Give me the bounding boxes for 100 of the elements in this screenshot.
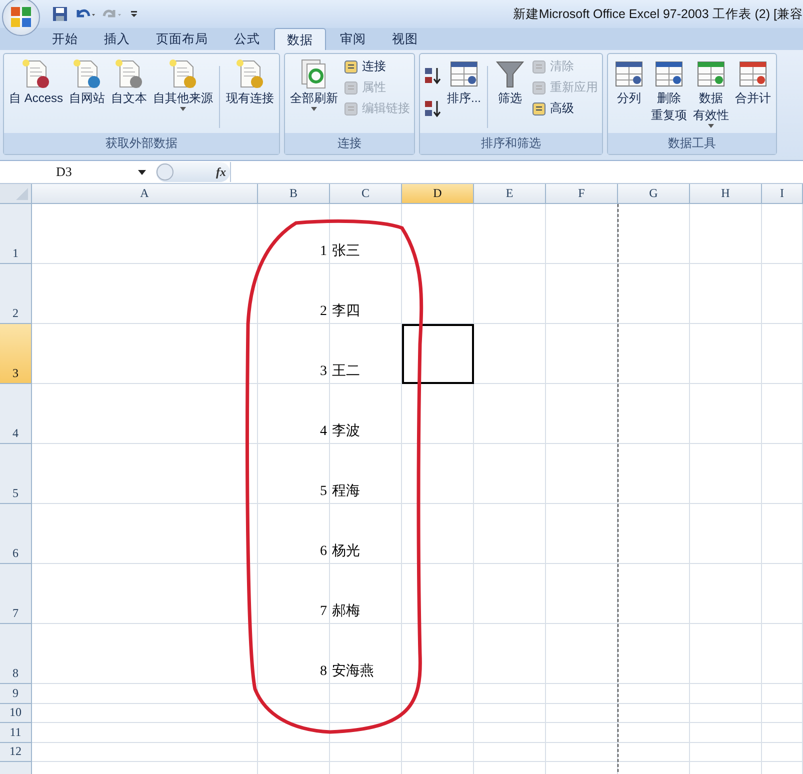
table-cell: [402, 384, 474, 444]
table-cell: [690, 684, 762, 704]
table-cell: 4: [258, 384, 330, 444]
ribbon-tab[interactable]: 视图: [380, 28, 430, 50]
table-cell: 6: [258, 504, 330, 564]
ribbon-button[interactable]: 全部刷新: [287, 56, 342, 113]
table-cell: [330, 742, 402, 762]
column-header[interactable]: H: [690, 184, 762, 204]
column-header[interactable]: B: [258, 184, 330, 204]
ribbon-tab[interactable]: 公式: [222, 28, 272, 50]
table-cell: [474, 444, 546, 504]
table-cell: [546, 624, 618, 684]
table-cell: [474, 742, 546, 762]
table-cell: [402, 624, 474, 684]
table-cell: 3: [258, 324, 330, 384]
table-cell: [690, 723, 762, 742]
row-header[interactable]: 2: [0, 264, 32, 324]
ribbon-button[interactable]: 自 Access: [6, 56, 66, 109]
row-header[interactable]: 7: [0, 564, 32, 624]
table-cell: [330, 704, 402, 723]
corner-triangle-icon: [16, 188, 28, 200]
table-cell: [546, 384, 618, 444]
row-header[interactable]: 4: [0, 384, 32, 444]
column-header[interactable]: A: [32, 184, 258, 204]
table-cell: [618, 723, 690, 742]
ribbon-button[interactable]: 连接: [341, 57, 412, 76]
table-cell: [690, 384, 762, 444]
ribbon-tab[interactable]: 审阅: [328, 28, 378, 50]
row-header[interactable]: 1: [0, 204, 32, 264]
row-header[interactable]: 3: [0, 324, 32, 384]
table-cell: [402, 742, 474, 762]
ribbon-button[interactable]: 分列: [610, 56, 648, 109]
table-cell: [618, 624, 690, 684]
table-cell: 杨光: [330, 504, 402, 564]
row-header[interactable]: 6: [0, 504, 32, 564]
customize-caret-icon[interactable]: [130, 9, 138, 19]
insert-function-button[interactable]: fx: [216, 164, 226, 180]
table-cell: [690, 444, 762, 504]
table-cell: [618, 564, 690, 624]
ribbon-button[interactable]: 自其他来源: [150, 56, 216, 113]
table-cell: [546, 444, 618, 504]
table-cell: 5: [258, 444, 330, 504]
group-label: 数据工具: [608, 133, 776, 154]
group-label: 连接: [285, 133, 414, 154]
ribbon-tab[interactable]: 插入: [92, 28, 142, 50]
office-button[interactable]: [2, 0, 40, 36]
column-header[interactable]: F: [546, 184, 618, 204]
table-cell: [546, 742, 618, 762]
row-header[interactable]: 9: [0, 684, 32, 704]
ribbon-button[interactable]: 数据 有效性: [690, 56, 732, 130]
table-cell: [690, 324, 762, 384]
ribbon-button[interactable]: 合并计: [732, 56, 774, 109]
table-cell: 安海燕: [330, 624, 402, 684]
ribbon-button[interactable]: 自网站: [66, 56, 108, 109]
table-cell: 李四: [330, 264, 402, 324]
table-cell: [618, 704, 690, 723]
column-header[interactable]: C: [330, 184, 402, 204]
table-cell: [330, 723, 402, 742]
table-cell: [474, 684, 546, 704]
ribbon-button[interactable]: 筛选: [491, 56, 530, 109]
ribbon-button[interactable]: 排序...: [444, 56, 484, 109]
row-header[interactable]: 11: [0, 723, 32, 742]
table-cell: [762, 684, 803, 704]
ribbon-button[interactable]: 自文本: [108, 56, 150, 109]
column-header[interactable]: D: [402, 184, 474, 204]
column-header[interactable]: I: [762, 184, 803, 204]
ribbon-button[interactable]: 高级: [529, 99, 600, 118]
table-cell: [474, 723, 546, 742]
ribbon-tab[interactable]: 开始: [40, 28, 90, 50]
table-cell: [762, 384, 803, 444]
ribbon-button[interactable]: 现有连接: [223, 56, 278, 109]
table-cell: 李波: [330, 384, 402, 444]
table-cell: [762, 723, 803, 742]
column-header[interactable]: G: [618, 184, 690, 204]
sort-descending-icon: [424, 99, 442, 119]
ribbon-tab[interactable]: 页面布局: [144, 28, 220, 50]
table-cell: [402, 564, 474, 624]
table-cell: 8: [258, 624, 330, 684]
table-cell: [546, 684, 618, 704]
save-icon[interactable]: [52, 6, 68, 22]
round-handle-icon[interactable]: [156, 163, 174, 181]
name-box[interactable]: D3: [0, 162, 150, 182]
table-cell: [618, 742, 690, 762]
table-cell: [474, 264, 546, 324]
column-header[interactable]: E: [474, 184, 546, 204]
table-cell: [474, 324, 546, 384]
row-header[interactable]: 8: [0, 624, 32, 684]
row-header[interactable]: 12: [0, 742, 32, 762]
ribbon-button[interactable]: 删除 重复项: [648, 56, 690, 126]
row-header[interactable]: 5: [0, 444, 32, 504]
table-cell: 2: [258, 264, 330, 324]
table-cell: [762, 444, 803, 504]
row-header[interactable]: 10: [0, 704, 32, 723]
office-logo-icon: [9, 5, 33, 29]
table-cell: [474, 504, 546, 564]
dropdown-caret-icon: [138, 170, 146, 174]
selected-cell[interactable]: [402, 324, 474, 384]
ribbon-tab[interactable]: 数据: [274, 28, 326, 50]
table-cell: [546, 504, 618, 564]
table-cell: [402, 504, 474, 564]
